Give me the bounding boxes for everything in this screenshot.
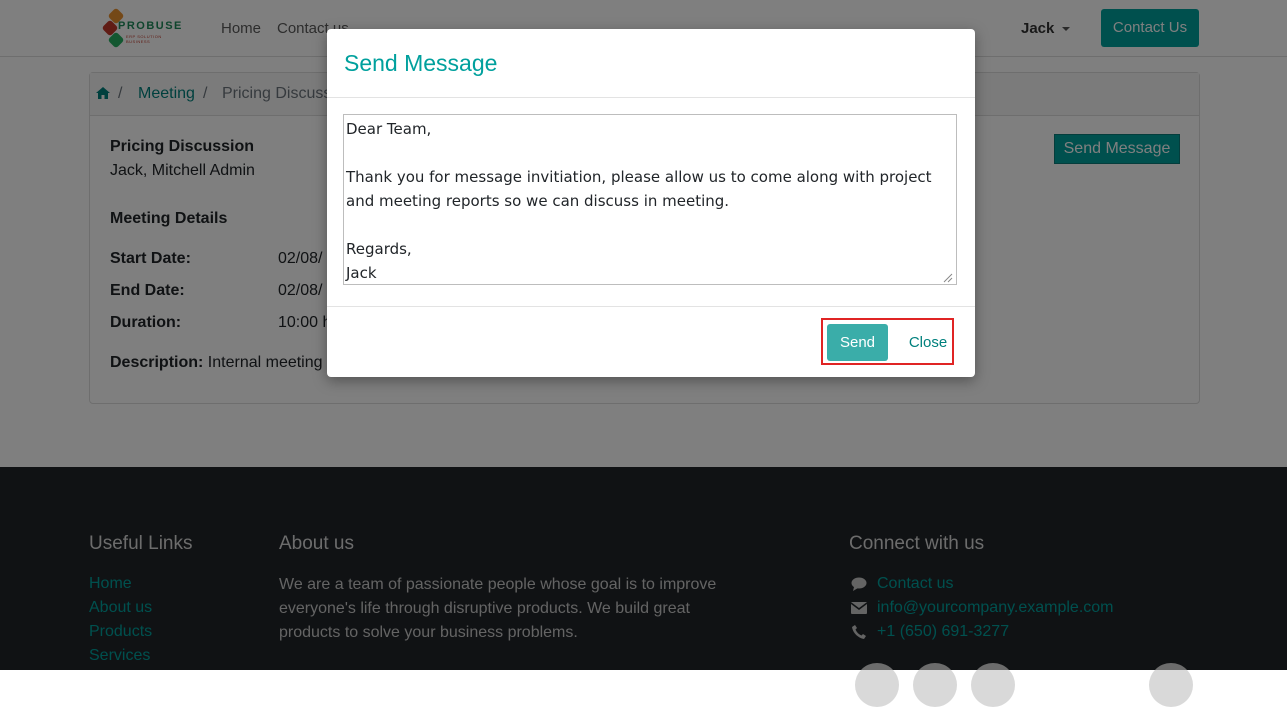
resize-handle-icon[interactable] xyxy=(941,271,953,283)
dialog-title: Send Message xyxy=(344,50,498,76)
send-button[interactable]: Send xyxy=(827,324,888,361)
send-message-dialog: Send Message Dear Team, Thank you for me… xyxy=(327,29,975,377)
message-textarea[interactable]: Dear Team, Thank you for message invitia… xyxy=(343,114,957,285)
dialog-header: Send Message xyxy=(327,29,975,98)
close-button[interactable]: Close xyxy=(907,324,949,361)
dialog-footer: Send Close xyxy=(327,306,975,378)
